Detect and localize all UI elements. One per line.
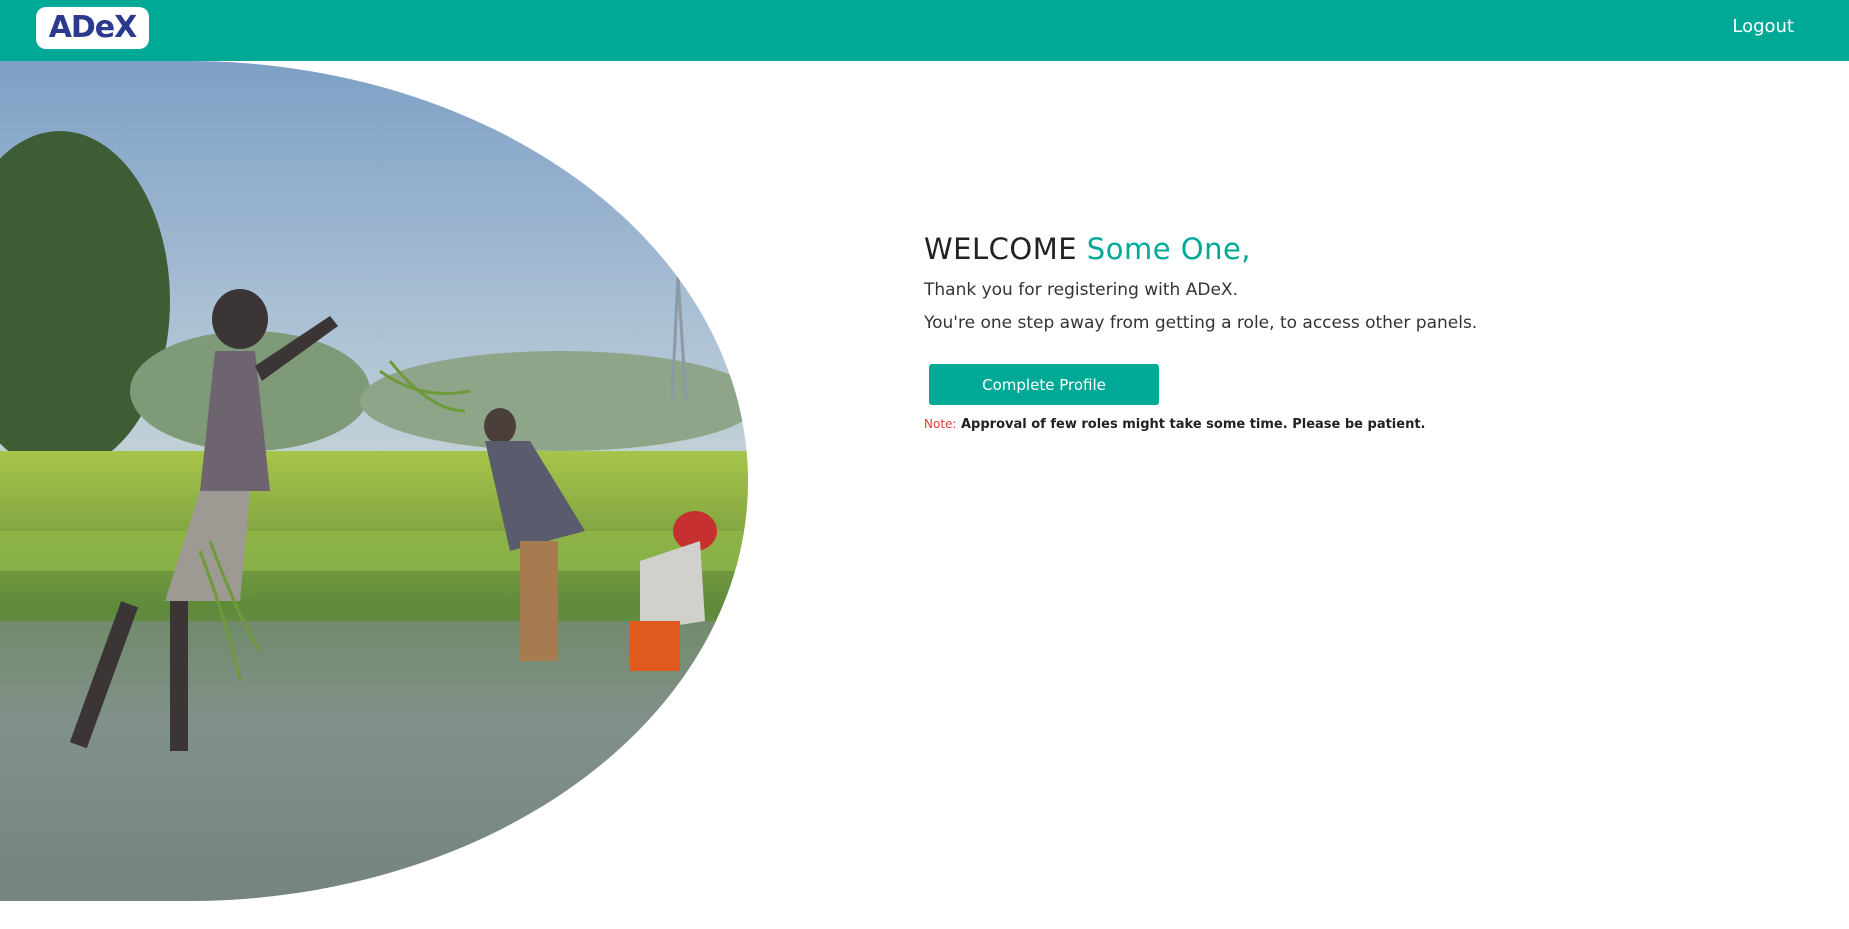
welcome-panel: WELCOME Some One, Thank you for register…	[924, 232, 1684, 432]
welcome-heading: WELCOME Some One,	[924, 232, 1684, 266]
user-name: Some One,	[1086, 232, 1252, 266]
note-text: Approval of few roles might take some ti…	[960, 417, 1426, 432]
adex-logo[interactable]: ADeX	[36, 7, 149, 49]
step-away-text: You're one step away from getting a role…	[924, 313, 1478, 333]
logo-text: ADeX	[48, 10, 138, 45]
logout-link[interactable]: Logout	[1732, 16, 1794, 37]
thank-you-text: Thank you for registering with ADeX.	[924, 280, 1238, 300]
welcome-greeting: WELCOME	[924, 232, 1078, 266]
hero-image-farmers-in-paddy-field	[0, 61, 748, 901]
note-label: Note:	[924, 417, 957, 431]
approval-note: Note: Approval of few roles might take s…	[924, 417, 1684, 432]
top-navbar: ADeX Logout	[0, 0, 1849, 61]
complete-profile-button[interactable]: Complete Profile	[929, 364, 1159, 405]
